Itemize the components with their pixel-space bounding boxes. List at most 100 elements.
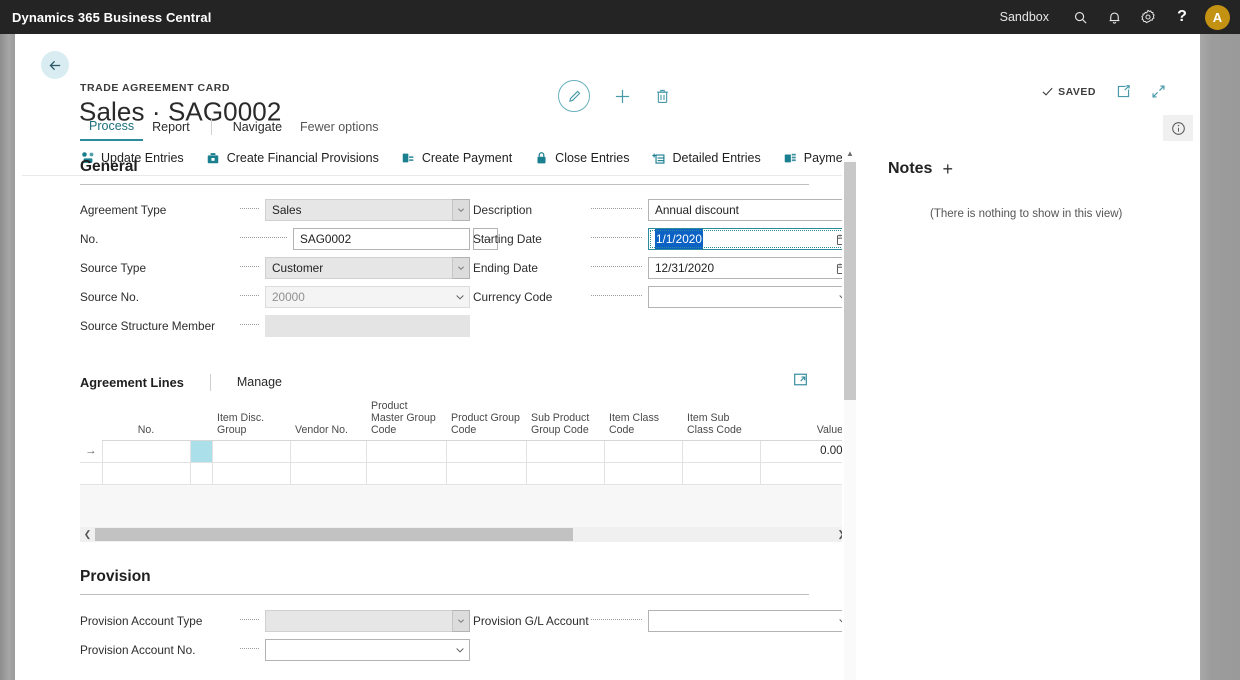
provision-gl-account-input[interactable] [648,609,842,632]
general-section-rule [80,184,809,185]
page-header: TRADE AGREEMENT CARD Sales · SAG0002 SAV… [22,34,1200,127]
cell-item-sub-class-code[interactable] [681,462,761,485]
field-source-structure-member: Source Structure Member [80,315,470,337]
table-row[interactable] [80,462,842,485]
cell-product-group-code[interactable] [445,440,527,463]
open-in-new-window-icon[interactable] [1116,84,1131,99]
plus-icon[interactable] [614,88,631,105]
field-agreement-type: Agreement Type Sales [80,199,470,221]
currency-code-input[interactable] [648,286,842,308]
provision-account-type-input[interactable] [265,609,470,632]
collapse-icon[interactable] [1151,84,1166,99]
ending-date-input[interactable]: 12/31/2020 [648,257,842,279]
provision-account-no-input[interactable] [265,638,470,661]
chevron-down-icon[interactable] [455,639,465,661]
field-ending-date: Ending Date 12/31/2020 [473,257,842,279]
source-structure-member-input[interactable] [265,315,470,337]
grid-header-vendor-no[interactable]: Vendor No. [290,396,366,441]
field-provision-account-type: Provision Account Type [80,609,470,632]
avatar[interactable]: A [1205,4,1230,30]
scrollbar-thumb[interactable] [95,527,573,541]
cell-vendor-no[interactable] [289,440,367,463]
status-badge: SAVED [1041,85,1096,98]
cell-item-sub-class-code[interactable] [681,440,761,463]
cell-vendor-no[interactable] [289,462,367,485]
grid-header-sub-product-group-code[interactable]: Sub Product Group Code [526,396,604,441]
cell-sub-product-group-code[interactable] [525,462,605,485]
cell-item-disc-group[interactable] [211,440,291,463]
field-label: Ending Date [473,261,538,275]
cell-selected-marker[interactable] [189,440,213,463]
fewer-options-button[interactable]: Fewer options [291,112,388,141]
provision-fields: Provision Account Type Provision Account… [80,609,842,680]
source-no-input[interactable]: 20000 [265,286,470,308]
cell-no[interactable] [101,440,191,463]
chevron-down-icon[interactable] [452,199,470,221]
ribbon-divider [210,118,212,135]
grid-header-value[interactable]: Value [760,396,842,441]
field-label: Provision G/L Account [473,613,589,628]
gear-icon[interactable] [1131,0,1165,34]
chevron-down-icon[interactable] [452,257,470,279]
scroll-left-icon[interactable]: ❮ [80,529,95,540]
cell-product-group-code[interactable] [445,462,527,485]
cell-value[interactable]: 0.00 [759,440,842,463]
lines-manage-button[interactable]: Manage [237,375,282,389]
back-arrow-icon[interactable] [41,51,69,79]
scroll-up-icon[interactable]: ▲ [842,146,858,160]
field-source-type: Source Type Customer [80,257,470,279]
agreement-lines-grid: No. Item Disc. Group Vendor No. Product … [80,396,842,485]
notes-empty-text: (There is nothing to show in this view) [930,208,1123,220]
page-body: General Agreement Type Sales No. SAG0002… [22,146,1200,680]
top-bar-actions: Sandbox ? A [986,0,1240,34]
cell-product-master-group-code[interactable] [365,440,447,463]
content-vertical-scrollbar[interactable]: ▲ [842,146,858,680]
info-icon[interactable] [1163,115,1193,141]
field-label: Currency Code [473,290,553,304]
agreement-type-input[interactable]: Sales [265,199,470,221]
tab-process[interactable]: Process [80,112,144,141]
cell-sub-product-group-code[interactable] [525,440,605,463]
field-description: Description Annual discount [473,199,842,221]
plus-icon[interactable]: + [942,160,953,178]
help-icon[interactable]: ? [1165,0,1199,34]
cell-item-class-code[interactable] [603,440,683,463]
row-indicator [80,462,102,485]
cell-value[interactable] [759,462,842,485]
grid-header-no[interactable]: No. [102,396,190,441]
page-caption: TRADE AGREEMENT CARD [80,82,231,94]
global-top-bar: Dynamics 365 Business Central Sandbox ? [0,0,1240,34]
field-source-no: Source No. 20000 [80,286,470,308]
notes-header: Notes + [888,160,953,178]
expand-icon[interactable] [793,372,808,392]
tab-navigate[interactable]: Navigate [224,112,291,141]
tab-report[interactable]: Report [143,112,199,141]
starting-date-input[interactable]: 1/1/2020 [648,228,842,250]
grid-header-item-disc-group[interactable]: Item Disc. Group [212,396,290,441]
scrollbar-thumb[interactable] [844,162,856,400]
cell-selected-marker[interactable] [189,462,213,485]
field-label: No. [80,232,99,246]
table-row[interactable]: → 0.00 [80,440,842,463]
trash-icon[interactable] [655,88,670,104]
grid-horizontal-scrollbar[interactable]: ❮ ❯ [80,526,842,542]
search-icon[interactable] [1063,0,1097,34]
cell-product-master-group-code[interactable] [365,462,447,485]
bell-icon[interactable] [1097,0,1131,34]
page-canvas: TRADE AGREEMENT CARD Sales · SAG0002 SAV… [22,34,1200,680]
grid-header-product-group-code[interactable]: Product Group Code [446,396,526,441]
cell-item-disc-group[interactable] [211,462,291,485]
chevron-down-icon[interactable] [455,286,465,308]
description-input[interactable]: Annual discount [648,199,842,221]
ribbon-tabs: Process Report Navigate Fewer options [22,112,1200,141]
grid-header-item-class-code[interactable]: Item Class Code [604,396,682,441]
grid-header-item-sub-class-code[interactable]: Item Sub Class Code [682,396,760,441]
pencil-icon[interactable] [558,80,590,112]
lines-divider [209,373,211,391]
source-type-input[interactable]: Customer [265,257,470,279]
cell-item-class-code[interactable] [603,462,683,485]
no-input[interactable]: SAG0002 [293,228,470,250]
chevron-down-icon[interactable] [452,609,470,632]
cell-no[interactable] [101,462,191,485]
grid-header-product-master-group-code[interactable]: Product Master Group Code [366,396,446,441]
